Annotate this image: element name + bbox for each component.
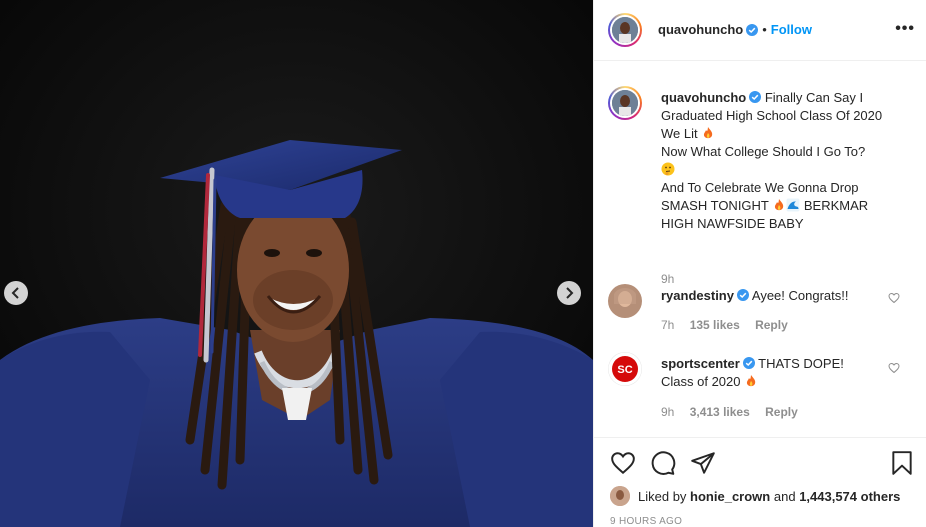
next-photo-button[interactable] — [557, 281, 581, 305]
comment-time: 7h — [661, 318, 675, 332]
liker-username[interactable]: honie_crown — [690, 489, 770, 504]
post-photo[interactable] — [0, 0, 593, 527]
comment-time: 9h — [661, 405, 675, 419]
comment-body: Ayee! Congrats!! — [751, 288, 849, 303]
likes-count[interactable]: 1,443,574 others — [799, 489, 900, 504]
separator-dot: • — [762, 22, 767, 37]
post-actions: Liked by honie_crown and 1,443,574 other… — [594, 437, 926, 527]
verified-icon — [736, 289, 749, 301]
like-comment-heart-icon[interactable] — [888, 362, 900, 374]
commenter-avatar[interactable] — [608, 284, 642, 318]
follow-button[interactable]: Follow — [771, 22, 812, 37]
verified-icon — [742, 357, 755, 369]
commenter-avatar-image — [608, 284, 642, 318]
comment-body-b: Class of 2020 — [661, 374, 741, 389]
likes-summary[interactable]: Liked by honie_crown and 1,443,574 other… — [610, 486, 900, 506]
commenter-avatar[interactable]: SC — [608, 352, 642, 386]
comment-text: sportscenter THATS DOPE! Class of 2020 — [661, 355, 901, 391]
comment-username[interactable]: ryandestiny — [661, 288, 734, 303]
author-row: quavohuncho • Follow — [658, 22, 812, 37]
author-avatar[interactable] — [608, 13, 642, 47]
comment-icon[interactable] — [650, 450, 676, 476]
bookmark-icon[interactable] — [889, 450, 915, 476]
fire-emoji-icon — [775, 199, 784, 211]
comment-likes[interactable]: 3,413 likes — [690, 405, 750, 419]
comment-body-a: THATS DOPE! — [758, 356, 844, 371]
verified-icon — [746, 23, 759, 36]
reply-button[interactable]: Reply — [765, 405, 798, 419]
comment-username[interactable]: sportscenter — [661, 356, 740, 371]
author-avatar-image — [612, 17, 638, 43]
post-timestamp[interactable]: 9 HOURS AGO — [610, 516, 682, 527]
verified-icon — [749, 91, 762, 103]
previous-photo-button[interactable] — [4, 281, 28, 305]
caption-text: quavohuncho Finally Can Say I Graduated … — [661, 89, 901, 233]
author-username[interactable]: quavohuncho — [658, 22, 743, 37]
sportscenter-logo-icon: SC — [608, 352, 642, 386]
like-comment-heart-icon[interactable] — [888, 292, 900, 304]
graduation-photo — [0, 0, 593, 527]
likes-prefix: Liked by — [638, 488, 687, 504]
svg-text:SC: SC — [617, 364, 632, 376]
chevron-right-icon — [566, 287, 574, 299]
comments-list[interactable]: quavohuncho Finally Can Say I Graduated … — [594, 62, 926, 437]
caption-username[interactable]: quavohuncho — [661, 90, 746, 105]
fire-emoji-icon — [747, 375, 756, 387]
share-icon[interactable] — [690, 450, 716, 476]
caption-meta: 9h — [661, 272, 686, 286]
comment-likes[interactable]: 135 likes — [690, 318, 740, 332]
comment-text: ryandestiny Ayee! Congrats!! — [661, 287, 901, 305]
fire-emoji-icon — [704, 127, 713, 139]
caption-time: 9h — [661, 272, 675, 286]
reply-button[interactable]: Reply — [755, 318, 788, 332]
comment-meta: 7h 135 likes Reply — [661, 318, 800, 332]
post-header: quavohuncho • Follow ••• — [594, 0, 926, 61]
liker-avatar-image — [610, 486, 630, 506]
wave-emoji-icon — [786, 198, 800, 212]
heart-icon[interactable] — [610, 450, 636, 476]
likes-joiner: and — [773, 488, 796, 504]
comment-meta: 9h 3,413 likes Reply — [661, 405, 810, 419]
caption-avatar[interactable] — [608, 86, 642, 120]
caption-avatar-image — [612, 90, 638, 116]
more-options-icon[interactable]: ••• — [895, 20, 915, 38]
post-sidebar: quavohuncho • Follow ••• quavohuncho Fin… — [593, 0, 926, 527]
liker-avatar — [610, 486, 630, 506]
chevron-left-icon — [11, 287, 19, 299]
thinking-emoji-icon — [661, 162, 675, 176]
caption-line-2: Now What College Should I Go To? — [661, 144, 866, 159]
